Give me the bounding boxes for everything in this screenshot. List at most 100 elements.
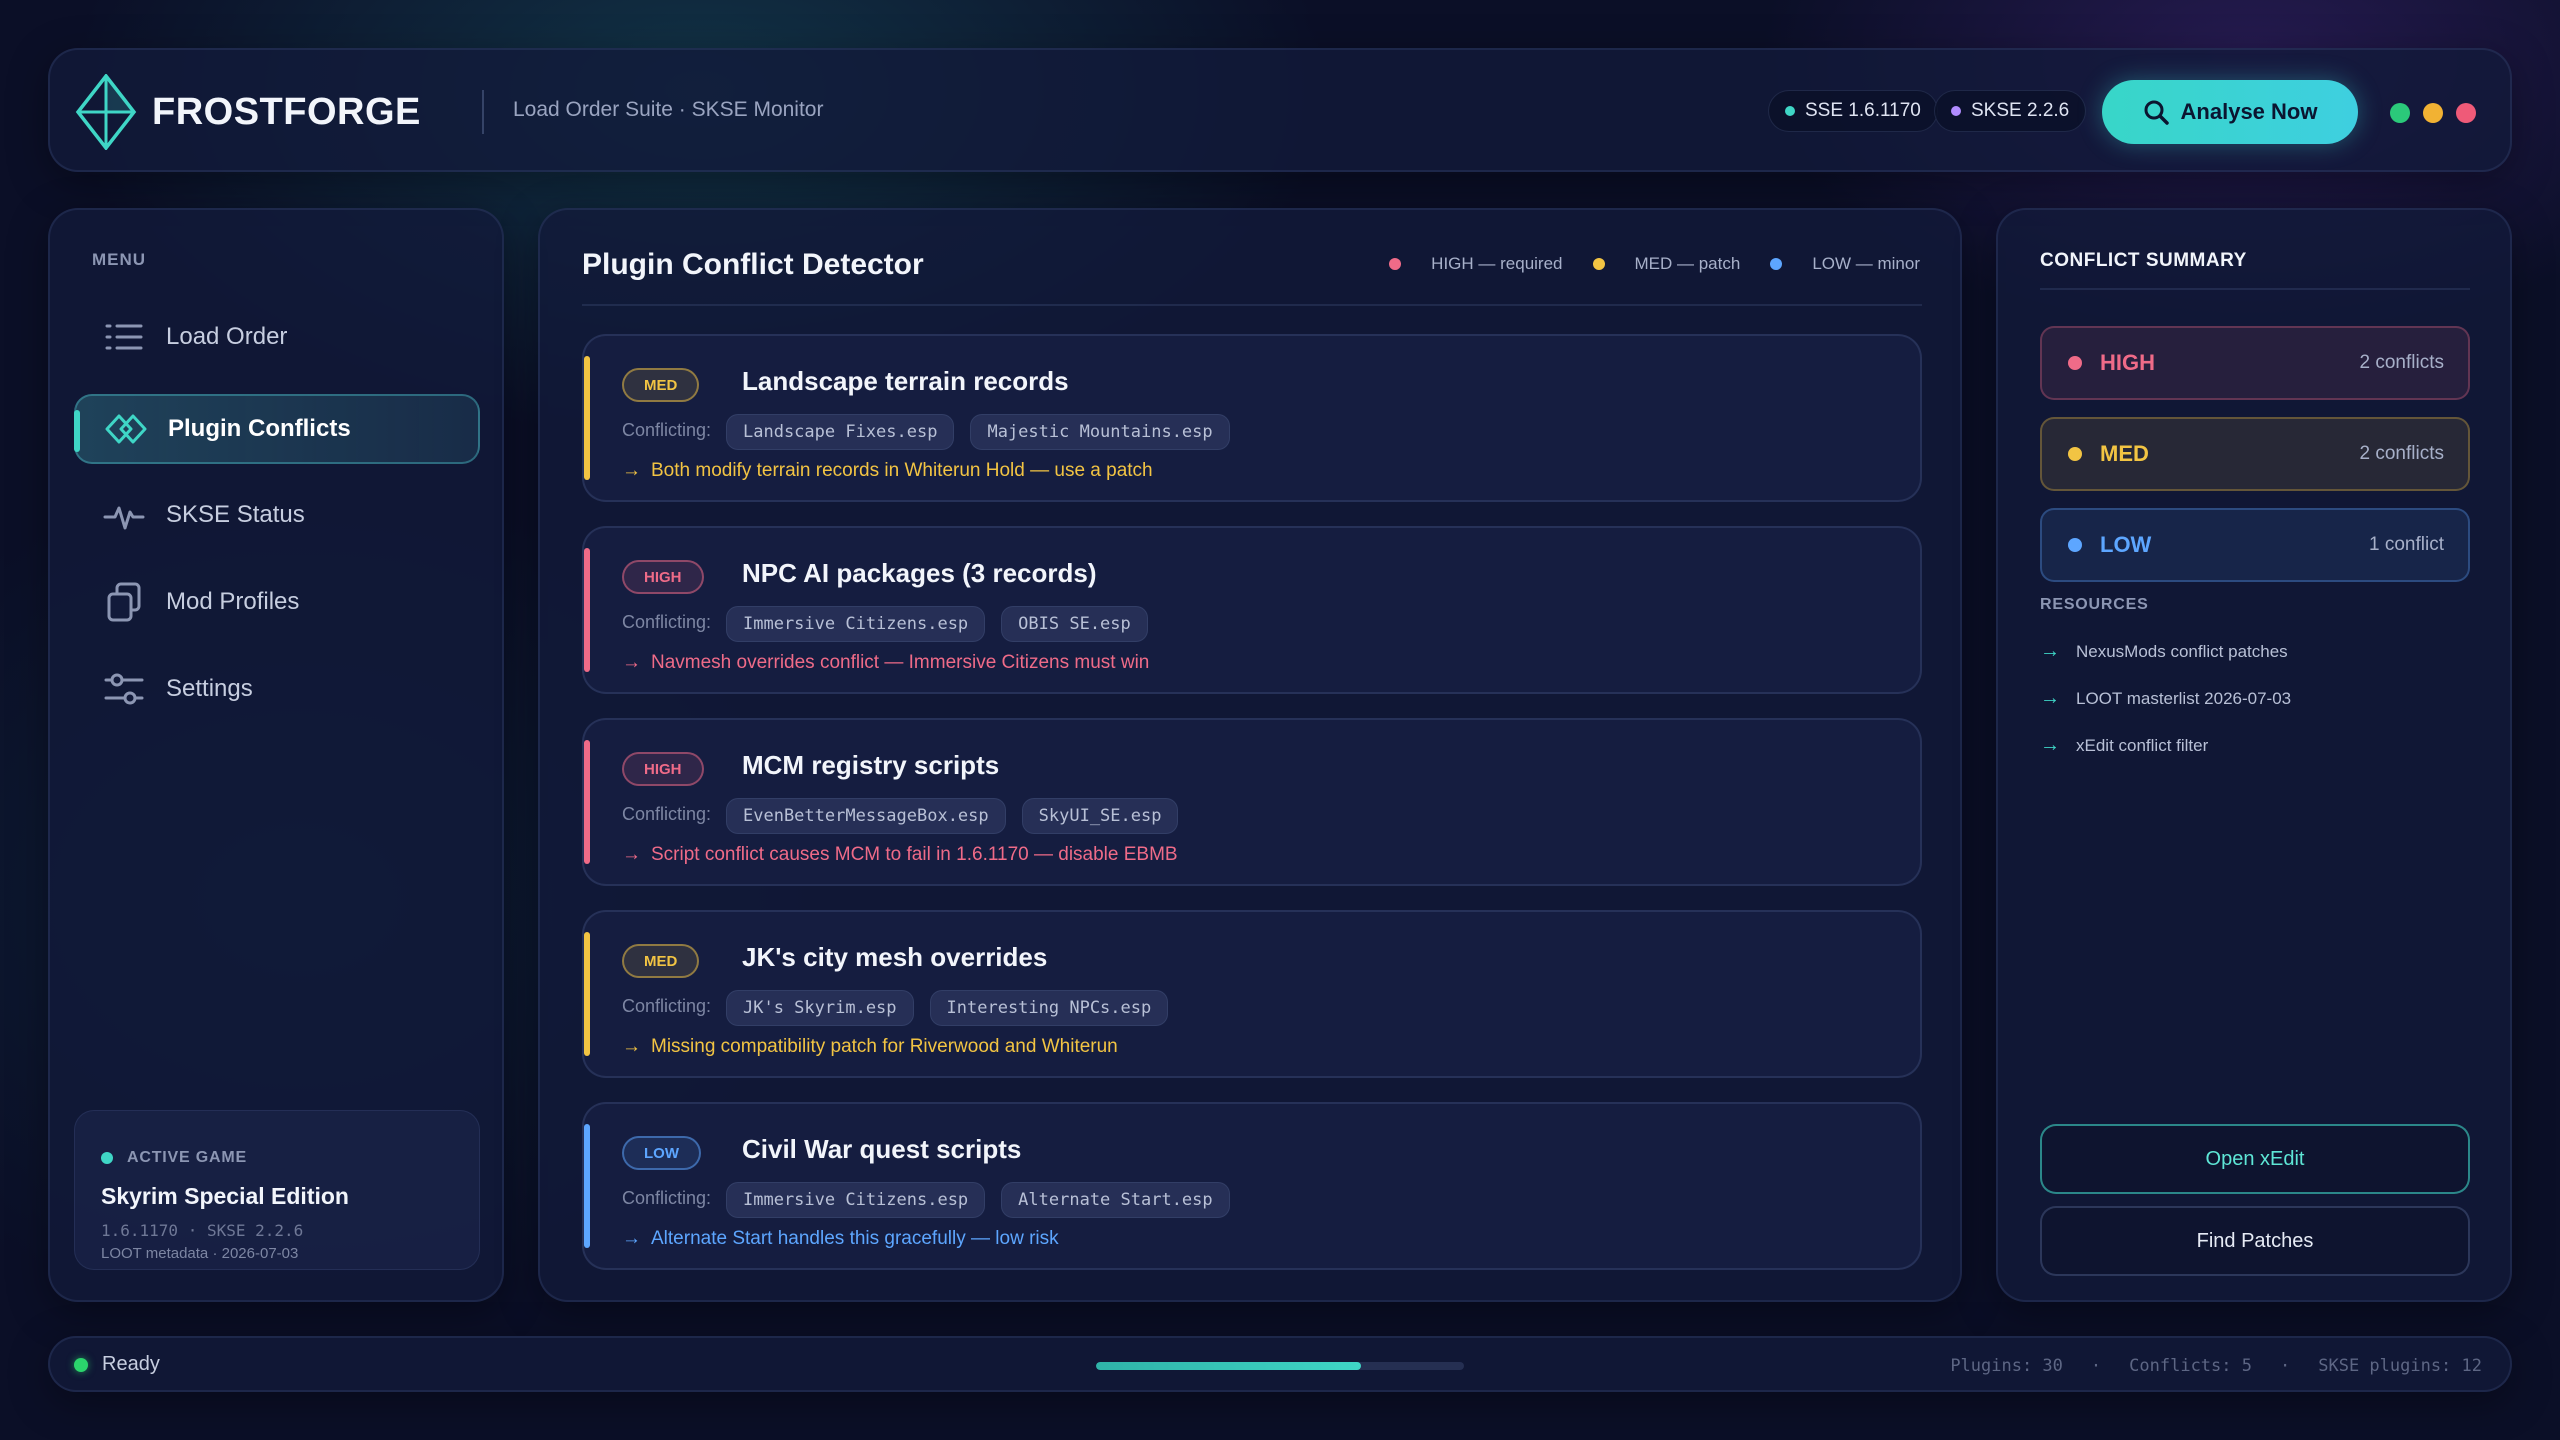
severity-dot: [2068, 356, 2082, 370]
legend-dot: [1389, 258, 1402, 270]
summary-high[interactable]: HIGH 2 conflicts: [2040, 326, 2470, 400]
sidebar-item-label: Settings: [166, 675, 253, 702]
main-panel: Plugin Conflict Detector HIGH — required…: [538, 208, 1962, 1302]
legend-item-high: HIGH — required: [1389, 254, 1563, 274]
arrow-right-icon: →: [622, 1228, 641, 1249]
chip-label: SKSE 2.2.6: [1971, 100, 2070, 121]
conflict-note: → Script conflict causes MCM to fail in …: [622, 844, 1178, 866]
arrow-right-icon: →: [2040, 640, 2060, 662]
status-bar: Ready Plugins: 30 · Conflicts: 5 · SKSE …: [48, 1336, 2512, 1392]
status-dot: [1951, 106, 1961, 116]
sidebar-item-mod-profiles[interactable]: Mod Profiles: [74, 567, 480, 637]
arrow-right-icon: →: [2040, 734, 2060, 756]
severity-count: 2 conflicts: [2359, 352, 2444, 373]
severity-accent: [584, 740, 590, 864]
arrow-right-icon: →: [622, 1036, 641, 1057]
conflicting-label: Conflicting:: [622, 420, 712, 440]
severity-dot: [2068, 538, 2082, 552]
header-subtitle: Load Order Suite · SKSE Monitor: [513, 98, 824, 121]
severity-accent: [584, 356, 590, 480]
legend-dot: [1592, 258, 1605, 270]
plugin-pill[interactable]: Alternate Start.esp: [1001, 1182, 1230, 1218]
list-icon: [102, 315, 146, 359]
conflict-note: → Navmesh overrides conflict — Immersive…: [622, 652, 1149, 674]
plugin-pill[interactable]: Landscape Fixes.esp: [726, 414, 955, 450]
sidebar-item-label: Load Order: [166, 323, 288, 350]
resource-link[interactable]: → xEdit conflict filter: [2040, 734, 2208, 757]
status-dot: [74, 1357, 88, 1372]
menu-label: MENU: [92, 250, 147, 269]
diamond-link-icon: [104, 407, 148, 451]
plugin-list: EvenBetterMessageBox.esp SkyUI_SE.esp: [726, 798, 1194, 834]
plugin-list: Immersive Citizens.esp Alternate Start.e…: [726, 1182, 1246, 1218]
window-dot-red[interactable]: [2456, 103, 2476, 123]
resource-label: LOOT masterlist 2026-07-03: [2076, 688, 2292, 708]
skse-version-chip: SKSE 2.2.6: [1934, 90, 2087, 132]
active-game-name: Skyrim Special Edition: [101, 1183, 349, 1209]
severity-accent: [584, 548, 590, 672]
severity-name: MED: [2100, 441, 2149, 466]
plugin-list: Immersive Citizens.esp OBIS SE.esp: [726, 606, 1164, 642]
conflict-card[interactable]: MED Landscape terrain records Conflictin…: [582, 334, 1922, 502]
conflict-card[interactable]: LOW Civil War quest scripts Conflicting:…: [582, 1102, 1922, 1270]
conflicting-label: Conflicting:: [622, 996, 712, 1016]
sidebar-item-settings[interactable]: Settings: [74, 654, 480, 724]
summary-med[interactable]: MED 2 conflicts: [2040, 417, 2470, 491]
sidebar-item-label: Mod Profiles: [166, 588, 300, 615]
conflict-card[interactable]: HIGH MCM registry scripts Conflicting: E…: [582, 718, 1922, 886]
status-text: Ready: [102, 1353, 160, 1375]
window-dot-green[interactable]: [2390, 103, 2410, 123]
app-header: FROSTFORGE Load Order Suite · SKSE Monit…: [48, 48, 2512, 172]
progress-fill: [1096, 1362, 1361, 1370]
plugin-pill[interactable]: Immersive Citizens.esp: [726, 606, 986, 642]
find-patches-button[interactable]: Find Patches: [2040, 1206, 2470, 1276]
resource-link[interactable]: → NexusMods conflict patches: [2040, 640, 2288, 663]
page-title: Plugin Conflict Detector: [582, 248, 924, 281]
plugin-pill[interactable]: Immersive Citizens.esp: [726, 1182, 986, 1218]
conflict-title: Landscape terrain records: [742, 366, 1069, 396]
active-game-version: 1.6.1170 · SKSE 2.2.6: [101, 1221, 304, 1240]
legend-label: LOW — minor: [1812, 254, 1920, 273]
severity-name: LOW: [2100, 532, 2152, 557]
plugin-pill[interactable]: OBIS SE.esp: [1001, 606, 1148, 642]
stat-separator: ·: [2090, 1356, 2102, 1376]
conflict-note: → Missing compatibility patch for Riverw…: [622, 1036, 1118, 1058]
plugin-pill[interactable]: Majestic Mountains.esp: [970, 414, 1230, 450]
analyse-now-button[interactable]: Analyse Now: [2102, 80, 2358, 144]
plugin-pill[interactable]: SkyUI_SE.esp: [1021, 798, 1179, 834]
legend-dot: [1770, 258, 1783, 270]
open-xedit-button[interactable]: Open xEdit: [2040, 1124, 2470, 1194]
sidebar-item-label: SKSE Status: [166, 501, 305, 528]
title-divider: [582, 304, 1922, 306]
status-dot: [101, 1152, 113, 1164]
window-dot-yellow[interactable]: [2423, 103, 2443, 123]
conflict-note: → Alternate Start handles this gracefull…: [622, 1228, 1059, 1250]
conflict-summary-panel: CONFLICT SUMMARY HIGH 2 conflicts MED 2 …: [1996, 208, 2512, 1302]
sidebar-item-plugin-conflicts[interactable]: Plugin Conflicts: [74, 394, 480, 464]
status-stats: Plugins: 30 · Conflicts: 5 · SKSE plugin…: [1950, 1356, 2482, 1376]
conflict-title: Civil War quest scripts: [742, 1134, 1022, 1164]
sidebar-item-label: Plugin Conflicts: [168, 415, 351, 442]
note-text: Both modify terrain records in Whiterun …: [651, 460, 1153, 481]
arrow-right-icon: →: [2040, 687, 2060, 709]
app-name: FROSTFORGE: [152, 90, 421, 133]
sliders-icon: [102, 667, 146, 711]
stat-plugins: Plugins: 30: [1950, 1356, 2063, 1376]
severity-dot: [2068, 447, 2082, 461]
plugin-pill[interactable]: Interesting NPCs.esp: [929, 990, 1169, 1026]
legend-label: MED — patch: [1634, 254, 1741, 273]
plugin-pill[interactable]: EvenBetterMessageBox.esp: [726, 798, 1006, 834]
severity-count: 1 conflict: [2369, 534, 2444, 555]
severity-accent: [584, 932, 590, 1056]
summary-low[interactable]: LOW 1 conflict: [2040, 508, 2470, 582]
severity-badge: HIGH: [622, 752, 704, 786]
sidebar-item-load-order[interactable]: Load Order: [74, 302, 480, 372]
sidebar-item-skse-status[interactable]: SKSE Status: [74, 480, 480, 550]
conflict-card[interactable]: MED JK's city mesh overrides Conflicting…: [582, 910, 1922, 1078]
conflict-card[interactable]: HIGH NPC AI packages (3 records) Conflic…: [582, 526, 1922, 694]
resource-link[interactable]: → LOOT masterlist 2026-07-03: [2040, 687, 2291, 710]
note-text: Missing compatibility patch for Riverwoo…: [651, 1036, 1118, 1057]
plugin-pill[interactable]: JK's Skyrim.esp: [726, 990, 914, 1026]
active-game-meta: LOOT metadata · 2026-07-03: [101, 1245, 299, 1262]
active-game-label-text: ACTIVE GAME: [127, 1149, 247, 1166]
